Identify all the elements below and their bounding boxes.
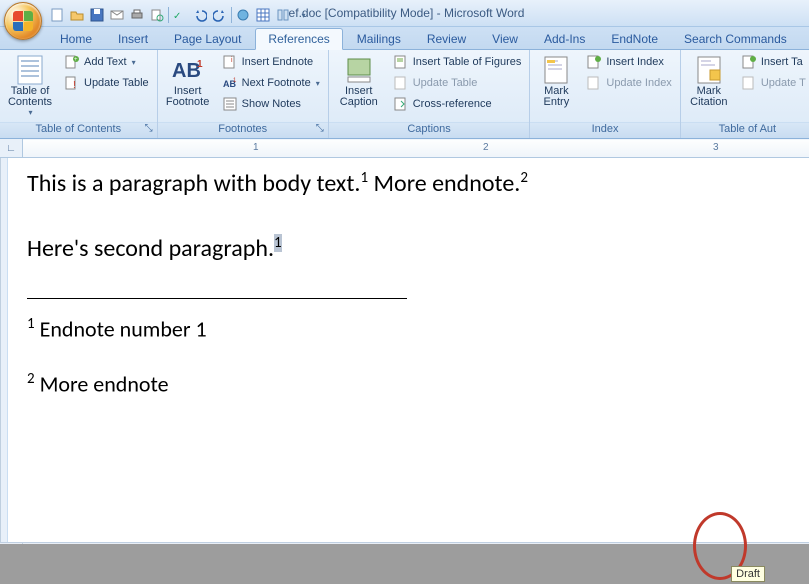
chevron-down-icon: ▾ [28,108,32,117]
add-text-icon: + [64,54,80,70]
mail-icon[interactable] [108,6,126,24]
insert-index-icon [586,54,602,70]
word-app-window: ref.doc [Compatibility Mode] - Microsoft… [0,0,809,584]
group-label: Table of Aut [681,122,809,138]
quick-access-toolbar: ✓ ▾ [48,6,312,24]
paragraph-2[interactable]: Here's second paragraph.1 [27,233,799,264]
endnote-icon: i [222,54,238,70]
toc-icon [14,54,46,86]
superscript-ref: 2 [520,169,528,187]
chevron-down-icon: ▾ [316,79,320,88]
insert-toa-icon [741,54,757,70]
endnote-1[interactable]: 1 Endnote number 1 [27,315,799,344]
group-index: Mark Entry Insert Index Update Index [530,50,680,138]
insert-footnote-button[interactable]: AB1 Insert Footnote [162,52,214,110]
group-label: Captions [329,122,530,138]
office-button[interactable] [4,2,42,40]
tab-review[interactable]: Review [415,29,478,49]
dialog-launcher-icon[interactable]: ⤡ [314,124,326,136]
footnote-icon: AB1 [172,54,204,86]
svg-text:+: + [74,57,78,63]
tab-add-ins[interactable]: Add-Ins [532,29,597,49]
update-index-button: Update Index [582,73,675,93]
document-body[interactable]: This is a paragraph with body text.1 Mor… [27,168,799,425]
save-icon[interactable] [88,6,106,24]
caption-icon [343,54,375,86]
window-title: ref.doc [Compatibility Mode] - Microsoft… [285,6,525,20]
insert-index-button[interactable]: Insert Index [582,52,675,72]
endnote-2[interactable]: 2 More endnote [27,370,799,399]
insert-hyperlink-icon[interactable] [234,6,252,24]
dialog-launcher-icon[interactable]: ⤡ [143,124,155,136]
table-of-contents-button[interactable]: Table of Contents ▾ [4,52,56,119]
print-icon[interactable] [128,6,146,24]
group-label: Table of Contents ⤡ [0,122,157,138]
group-table-of-contents: Table of Contents ▾ + Add Text ▾ ! [0,50,158,138]
group-table-of-authorities: Mark Citation Insert Ta Update T [681,50,809,138]
tab-search-commands[interactable]: Search Commands [672,29,799,49]
insert-caption-button[interactable]: Insert Caption [333,52,385,110]
qat-customize-icon[interactable]: ▾ [294,6,312,24]
chevron-down-icon: ▾ [132,58,136,67]
document-area[interactable]: This is a paragraph with body text.1 Mor… [0,158,809,542]
columns-icon[interactable] [274,6,292,24]
paragraph-1[interactable]: This is a paragraph with body text.1 Mor… [27,168,799,199]
update-table-button[interactable]: ! Update Table [60,73,153,93]
update-icon [586,75,602,91]
update-toa-button: Update T [737,73,809,93]
table-icon[interactable] [254,6,272,24]
tof-icon [393,54,409,70]
undo-icon[interactable] [191,6,209,24]
cross-reference-button[interactable]: Cross-reference [389,94,526,114]
svg-text:1: 1 [197,59,203,70]
group-footnotes: AB1 Insert Footnote i Insert Endnote AB1 [158,50,329,138]
next-footnote-icon: AB1 [222,75,238,91]
ribbon: Table of Contents ▾ + Add Text ▾ ! [0,50,809,139]
draft-tooltip: Draft [731,566,765,582]
mark-entry-button[interactable]: Mark Entry [534,52,578,110]
open-icon[interactable] [68,6,86,24]
update-table-captions-button: Update Table [389,73,526,93]
endnote-separator [27,298,407,299]
svg-text:✓: ✓ [173,11,181,22]
new-icon[interactable] [48,6,66,24]
update-icon: ! [64,75,80,91]
office-logo-icon [13,11,33,31]
add-text-button[interactable]: + Add Text ▾ [60,52,153,72]
mark-citation-button[interactable]: Mark Citation [685,52,733,110]
spelling-icon[interactable]: ✓ [171,6,189,24]
tab-selector-icon[interactable]: ∟ [0,139,23,157]
vertical-ruler[interactable] [1,158,8,542]
update-icon [393,75,409,91]
mark-citation-icon [693,54,725,86]
background-gray [0,544,809,584]
update-icon [741,75,757,91]
group-label: Footnotes ⤡ [158,122,328,138]
show-notes-button[interactable]: Show Notes [218,94,324,114]
show-notes-icon [222,96,238,112]
superscript-ref: 1 [360,169,368,187]
selected-superscript[interactable]: 1 [274,234,282,252]
print-preview-icon[interactable] [148,6,166,24]
tab-view[interactable]: View [480,29,530,49]
horizontal-ruler[interactable]: ∟ 1 2 3 [0,139,809,158]
insert-endnote-button[interactable]: i Insert Endnote [218,52,324,72]
svg-text:!: ! [73,80,76,90]
next-footnote-button[interactable]: AB1 Next Footnote ▾ [218,73,324,93]
mark-entry-icon [540,54,572,86]
cross-ref-icon [393,96,409,112]
group-captions: Insert Caption Insert Table of Figures U… [329,50,531,138]
tab-endnote[interactable]: EndNote [599,29,670,49]
insert-toa-button[interactable]: Insert Ta [737,52,809,72]
tab-mailings[interactable]: Mailings [345,29,413,49]
group-label: Index [530,122,679,138]
svg-text:1: 1 [233,78,237,84]
insert-table-of-figures-button[interactable]: Insert Table of Figures [389,52,526,72]
redo-icon[interactable] [211,6,229,24]
